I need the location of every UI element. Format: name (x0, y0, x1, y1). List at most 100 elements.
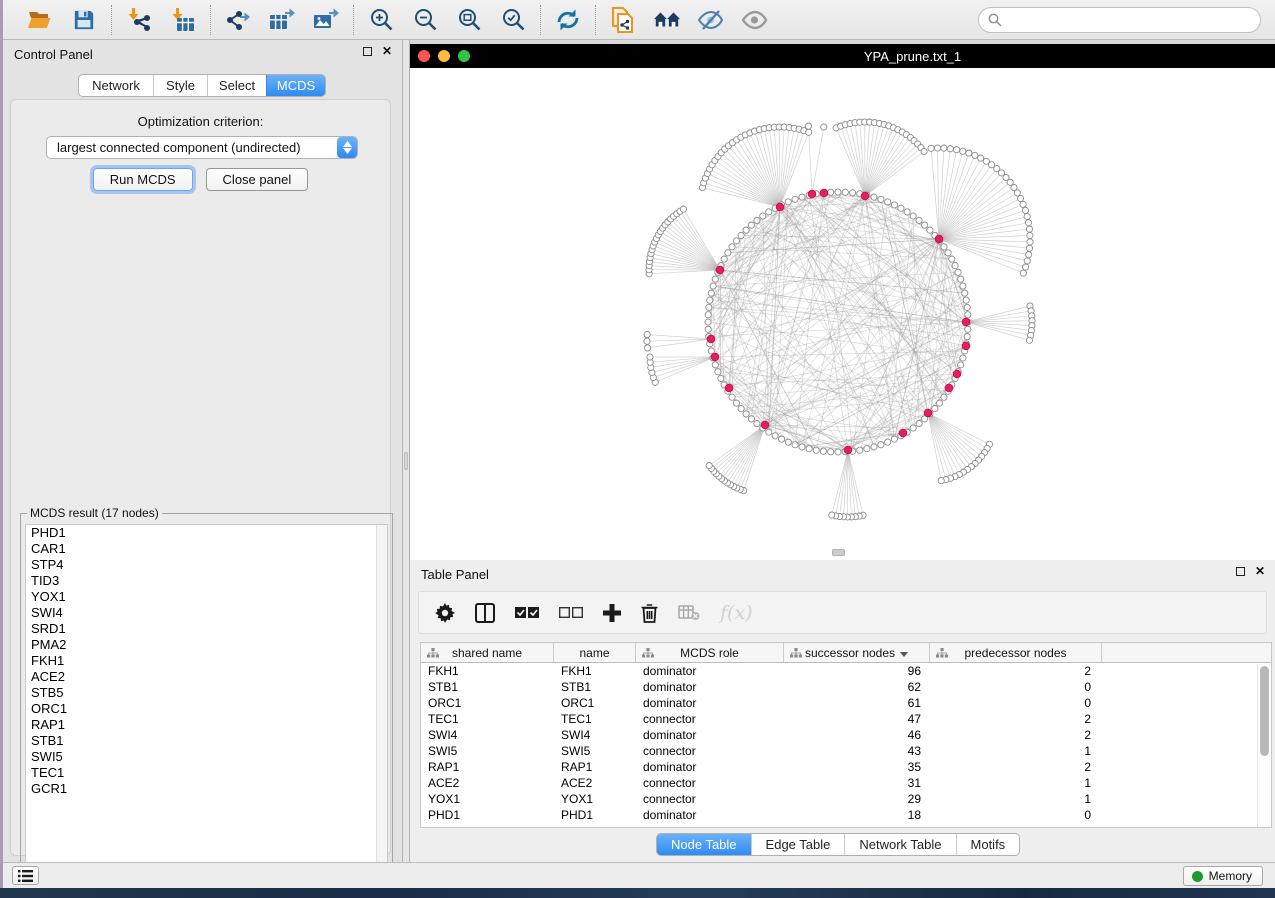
network-node[interactable] (706, 463, 712, 469)
network-node[interactable] (945, 384, 953, 392)
network-node[interactable] (842, 189, 848, 195)
network-node[interactable] (813, 447, 819, 453)
network-node[interactable] (850, 190, 856, 196)
network-node[interactable] (1025, 220, 1031, 226)
tab-select[interactable]: Select (207, 75, 266, 96)
network-node[interactable] (712, 276, 718, 282)
network-node[interactable] (916, 217, 922, 223)
network-node[interactable] (928, 145, 934, 151)
network-node[interactable] (954, 147, 960, 153)
network-node[interactable] (644, 338, 650, 344)
network-node[interactable] (941, 145, 947, 151)
network-node[interactable] (927, 227, 933, 233)
network-node[interactable] (924, 409, 932, 417)
close-panel-icon[interactable]: ✕ (1255, 567, 1265, 576)
tab-style[interactable]: Style (153, 75, 207, 96)
search-box[interactable] (978, 7, 1261, 33)
table-row[interactable]: FKH1FKH1dominator962 (421, 663, 1271, 679)
zoom-out-icon[interactable] (411, 6, 439, 34)
network-node[interactable] (891, 202, 897, 208)
save-session-icon[interactable] (70, 6, 98, 34)
mcds-result-item[interactable]: YOX1 (26, 589, 387, 605)
close-panel-icon[interactable]: ✕ (382, 47, 392, 56)
network-node[interactable] (721, 256, 727, 262)
network-node[interactable] (743, 411, 749, 417)
network-node[interactable] (945, 250, 951, 256)
show-all-icon[interactable] (741, 6, 769, 34)
mcds-result-item[interactable]: PHD1 (26, 525, 387, 541)
network-node[interactable] (785, 439, 791, 445)
network-node[interactable] (1014, 190, 1020, 196)
hide-selected-icon[interactable] (697, 6, 725, 34)
network-node[interactable] (1023, 264, 1029, 270)
mcds-result-item[interactable]: STB1 (26, 733, 387, 749)
network-node[interactable] (972, 152, 978, 158)
network-node[interactable] (644, 331, 650, 337)
mcds-result-list[interactable]: PHD1CAR1STP4TID3YOX1SWI4SRD1PMA2FKH1ACE2… (25, 524, 388, 874)
network-node[interactable] (949, 256, 955, 262)
table-row[interactable]: SWI4SWI4dominator462 (421, 727, 1271, 743)
network-node[interactable] (963, 297, 969, 303)
network-node[interactable] (828, 189, 834, 195)
network-node[interactable] (647, 354, 653, 360)
network-node[interactable] (821, 124, 827, 130)
network-node[interactable] (716, 266, 724, 274)
deselect-all-icon[interactable] (559, 606, 583, 620)
network-node[interactable] (962, 318, 970, 326)
mcds-result-item[interactable]: STP4 (26, 557, 387, 573)
network-node[interactable] (708, 290, 714, 296)
network-node[interactable] (922, 222, 928, 228)
network-node[interactable] (743, 227, 749, 233)
network-node[interactable] (962, 290, 968, 296)
table-row[interactable]: SWI5SWI5connector431 (421, 743, 1271, 759)
open-file-icon[interactable] (26, 6, 54, 34)
network-node[interactable] (904, 209, 910, 215)
network-node[interactable] (861, 192, 869, 200)
network-node[interactable] (820, 189, 828, 197)
network-node[interactable] (748, 416, 754, 422)
table-scrollbar[interactable] (1257, 664, 1270, 827)
close-panel-button[interactable]: Close panel (206, 168, 309, 191)
network-node[interactable] (953, 370, 961, 378)
network-node[interactable] (733, 238, 739, 244)
network-node[interactable] (1017, 195, 1023, 201)
network-node[interactable] (844, 446, 852, 454)
network-node[interactable] (878, 196, 884, 202)
network-node[interactable] (799, 444, 805, 450)
table-row[interactable]: PHD1PHD1dominator180 (421, 807, 1271, 823)
add-column-icon[interactable] (603, 604, 621, 622)
network-node[interactable] (707, 335, 715, 343)
tab-network-table[interactable]: Network Table (844, 834, 955, 855)
network-node[interactable] (958, 362, 964, 368)
mcds-list-scrollbar[interactable] (376, 525, 387, 873)
network-node[interactable] (705, 312, 711, 318)
network-node[interactable] (885, 439, 891, 445)
network-node[interactable] (1022, 207, 1028, 213)
network-node[interactable] (828, 449, 834, 455)
table-row[interactable]: YOX1YOX1connector291 (421, 791, 1271, 807)
mcds-result-item[interactable]: SWI5 (26, 749, 387, 765)
mcds-result-item[interactable]: GCR1 (26, 781, 387, 797)
network-node[interactable] (705, 319, 711, 325)
network-node[interactable] (1027, 239, 1033, 245)
network-node[interactable] (962, 342, 970, 350)
mcds-result-item[interactable]: SWI4 (26, 605, 387, 621)
network-node[interactable] (960, 355, 966, 361)
import-table-icon[interactable] (169, 6, 197, 34)
network-node[interactable] (871, 444, 877, 450)
network-node[interactable] (766, 209, 772, 215)
zoom-fit-icon[interactable] (455, 6, 483, 34)
network-node[interactable] (1020, 201, 1026, 207)
network-node[interactable] (729, 394, 735, 400)
export-table-icon[interactable] (268, 6, 296, 34)
network-node[interactable] (835, 449, 841, 455)
mcds-result-item[interactable]: RAP1 (26, 717, 387, 733)
search-input[interactable] (1008, 10, 1260, 30)
network-node[interactable] (761, 421, 769, 429)
network-node[interactable] (766, 429, 772, 435)
zoom-selected-icon[interactable] (499, 6, 527, 34)
network-node[interactable] (891, 436, 897, 442)
mcds-result-item[interactable]: STB5 (26, 685, 387, 701)
network-node[interactable] (705, 326, 711, 332)
tab-motifs[interactable]: Motifs (956, 834, 1020, 855)
